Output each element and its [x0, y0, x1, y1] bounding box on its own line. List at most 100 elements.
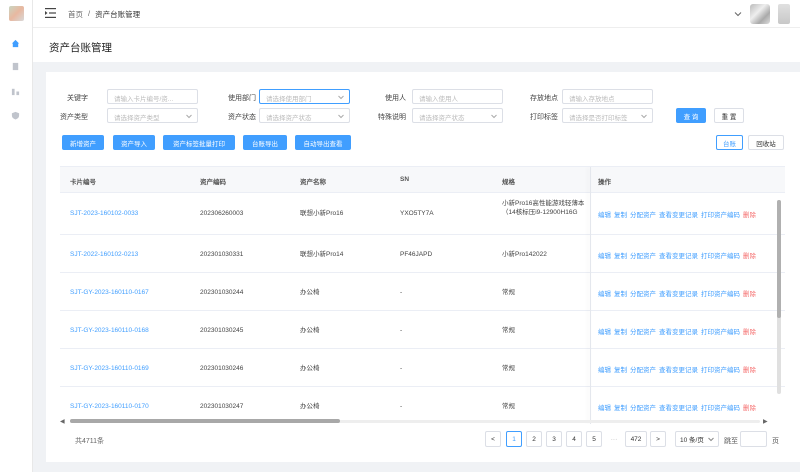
card-number-link[interactable]: SJT-2023-160102-0033: [70, 209, 138, 218]
card-number-link[interactable]: SJT-2022-160102-0213: [70, 250, 138, 259]
asset-name: 办公椅: [300, 403, 320, 410]
content-card: 关键字 请输入卡片编号/资... 使用部门 请选择使用部门 使用人 请输入使用人…: [46, 72, 800, 462]
page-button[interactable]: 3: [546, 431, 562, 447]
print-code-link[interactable]: 打印资产编码: [701, 209, 740, 219]
page-button[interactable]: 472: [625, 431, 647, 447]
special-note-placeholder: 请选择资产状态: [419, 115, 465, 122]
delete-link[interactable]: 删除: [743, 326, 756, 336]
page-button[interactable]: 4: [566, 431, 582, 447]
print-code-link[interactable]: 打印资产编码: [701, 364, 740, 374]
assign-link[interactable]: 分配资产: [630, 288, 656, 298]
history-link[interactable]: 查看变更记录: [659, 364, 698, 374]
chevron-down-icon: [338, 95, 344, 100]
avatar[interactable]: [750, 4, 770, 24]
tab-ledger[interactable]: 台账: [716, 135, 743, 150]
chevron-down-icon[interactable]: [734, 10, 742, 18]
add-asset-button[interactable]: 新增资产: [62, 135, 104, 150]
table-row: SJT-GY-2023-160110-0168 202301030245 办公椅…: [60, 311, 785, 349]
print-code-link[interactable]: 打印资产编码: [701, 250, 740, 260]
copy-link[interactable]: 复制: [614, 326, 627, 336]
print-tag-select[interactable]: 请选择是否打印标签: [562, 108, 653, 123]
history-link[interactable]: 查看变更记录: [659, 288, 698, 298]
import-asset-button[interactable]: 资产导入: [113, 135, 155, 150]
page-button[interactable]: 5: [586, 431, 602, 447]
history-link[interactable]: 查看变更记录: [659, 209, 698, 219]
breadcrumb-home[interactable]: 首页: [68, 9, 83, 20]
scroll-left-icon[interactable]: ◀: [60, 418, 65, 425]
delete-link[interactable]: 删除: [743, 402, 756, 412]
special-note-select[interactable]: 请选择资产状态: [412, 108, 503, 123]
asset-code: 202301030246: [200, 365, 244, 372]
page-size-select[interactable]: 10 条/页: [675, 431, 719, 447]
row-actions: 编辑 复制 分配资产 查看变更记录 打印资产编码 删除: [598, 364, 756, 374]
department-label: 使用部门: [228, 95, 256, 102]
scrollbar-thumb[interactable]: [70, 419, 340, 423]
user-menu[interactable]: [778, 4, 790, 24]
department-placeholder: 请选择使用部门: [266, 96, 312, 103]
print-tag-placeholder: 请选择是否打印标签: [569, 115, 628, 122]
history-link[interactable]: 查看变更记录: [659, 402, 698, 412]
asset-code: 202306260003: [200, 210, 244, 217]
assign-link[interactable]: 分配资产: [630, 250, 656, 260]
copy-link[interactable]: 复制: [614, 288, 627, 298]
delete-link[interactable]: 删除: [743, 364, 756, 374]
shield-icon[interactable]: [11, 111, 20, 120]
print-code-link[interactable]: 打印资产编码: [701, 402, 740, 412]
scroll-right-icon[interactable]: ▶: [763, 418, 768, 425]
copy-link[interactable]: 复制: [614, 364, 627, 374]
delete-link[interactable]: 删除: [743, 209, 756, 219]
page-button[interactable]: 1: [506, 431, 522, 447]
next-page-button[interactable]: >: [650, 431, 666, 447]
edit-link[interactable]: 编辑: [598, 250, 611, 260]
tab-recycle-bin[interactable]: 回收站: [748, 135, 784, 150]
auto-export-button[interactable]: 自动导出查看: [295, 135, 351, 150]
edit-link[interactable]: 编辑: [598, 402, 611, 412]
asset-name: 办公椅: [300, 289, 320, 296]
batch-print-button[interactable]: 资产标签批量打印: [163, 135, 235, 150]
menu-fold-icon[interactable]: [45, 8, 56, 18]
history-link[interactable]: 查看变更记录: [659, 326, 698, 336]
assign-link[interactable]: 分配资产: [630, 326, 656, 336]
chart-icon[interactable]: [11, 87, 20, 96]
delete-link[interactable]: 删除: [743, 288, 756, 298]
assign-link[interactable]: 分配资产: [630, 402, 656, 412]
edit-link[interactable]: 编辑: [598, 209, 611, 219]
horizontal-scrollbar[interactable]: ◀ ▶: [60, 418, 770, 425]
goto-page-input[interactable]: [740, 431, 767, 447]
export-ledger-button[interactable]: 台账导出: [243, 135, 287, 150]
keyword-input[interactable]: 请输入卡片编号/资...: [107, 89, 198, 104]
reset-button[interactable]: 重 置: [714, 108, 744, 123]
edit-link[interactable]: 编辑: [598, 288, 611, 298]
more-pages-icon[interactable]: ···: [606, 431, 622, 447]
scrollbar-thumb[interactable]: [777, 200, 781, 318]
home-icon[interactable]: [11, 39, 20, 48]
card-number-link[interactable]: SJT-GY-2023-160110-0169: [70, 364, 149, 373]
document-icon[interactable]: [11, 62, 20, 71]
search-button[interactable]: 查 询: [676, 108, 706, 123]
table-header: 卡片编号 资产编码 资产名称 SN 规格 操作: [60, 167, 785, 193]
vertical-scrollbar[interactable]: [777, 200, 781, 394]
user-input[interactable]: 请输入使用人: [412, 89, 503, 104]
prev-page-button[interactable]: <: [485, 431, 501, 447]
copy-link[interactable]: 复制: [614, 209, 627, 219]
asset-type-select[interactable]: 请选择资产类型: [107, 108, 198, 123]
copy-link[interactable]: 复制: [614, 402, 627, 412]
history-link[interactable]: 查看变更记录: [659, 250, 698, 260]
card-number-link[interactable]: SJT-GY-2023-160110-0170: [70, 402, 149, 411]
page-button[interactable]: 2: [526, 431, 542, 447]
print-code-link[interactable]: 打印资产编码: [701, 326, 740, 336]
card-number-link[interactable]: SJT-GY-2023-160110-0167: [70, 288, 149, 297]
card-number-link[interactable]: SJT-GY-2023-160110-0168: [70, 326, 149, 335]
assign-link[interactable]: 分配资产: [630, 364, 656, 374]
assign-link[interactable]: 分配资产: [630, 209, 656, 219]
location-input[interactable]: 请输入存放地点: [562, 89, 653, 104]
department-select[interactable]: 请选择使用部门: [259, 89, 350, 104]
asset-code: 202301030244: [200, 289, 244, 296]
delete-link[interactable]: 删除: [743, 250, 756, 260]
edit-link[interactable]: 编辑: [598, 326, 611, 336]
breadcrumb: 首页 / 资产台账管理: [68, 9, 140, 20]
asset-status-select[interactable]: 请选择资产状态: [259, 108, 350, 123]
copy-link[interactable]: 复制: [614, 250, 627, 260]
print-code-link[interactable]: 打印资产编码: [701, 288, 740, 298]
edit-link[interactable]: 编辑: [598, 364, 611, 374]
